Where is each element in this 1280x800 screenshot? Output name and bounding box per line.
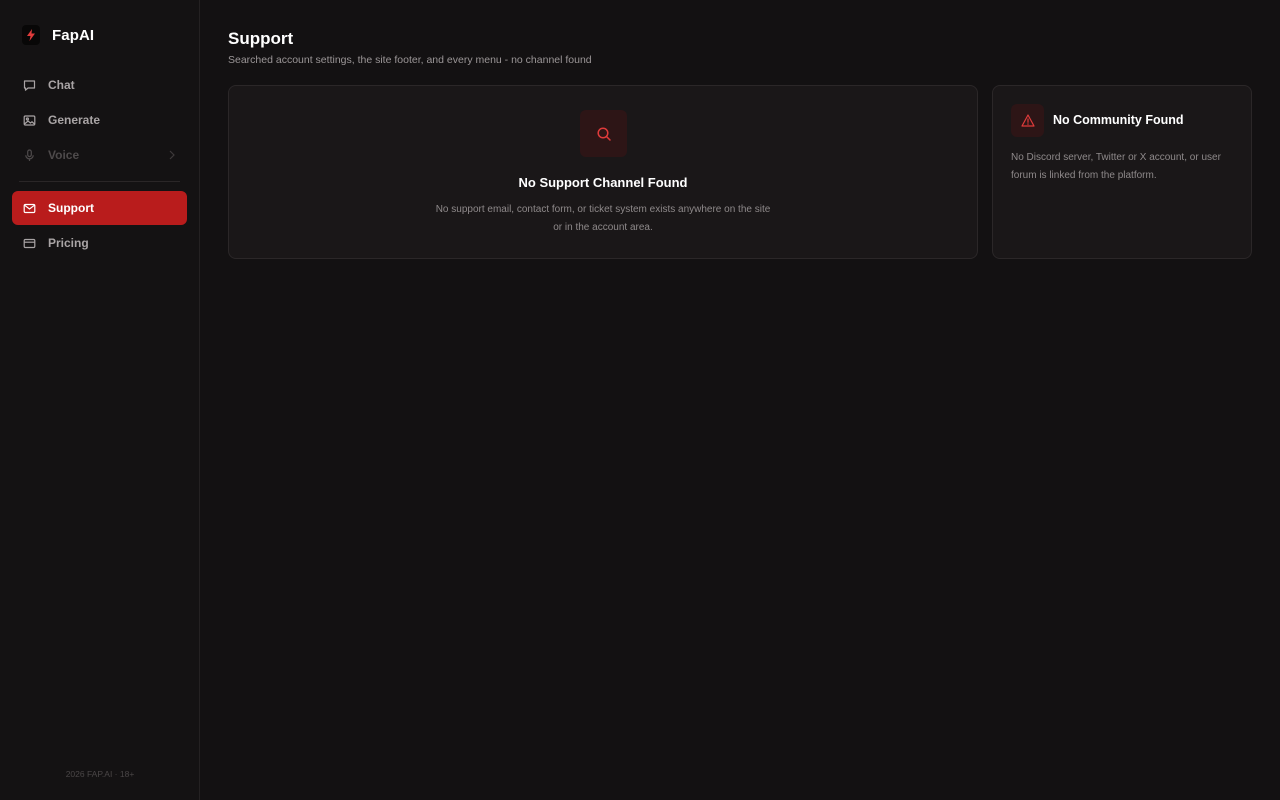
sidebar: FapAI Chat Generate Voice Support Pricin… — [0, 0, 200, 800]
card-heading: No Community Found — [1053, 113, 1184, 127]
page-subtitle: Searched account settings, the site foot… — [228, 54, 592, 66]
bolt-icon — [22, 25, 40, 45]
card-text: No Discord server, Twitter or X account,… — [1011, 152, 1221, 181]
sidebar-item-label: Voice — [48, 148, 80, 162]
warning-triangle-icon — [1011, 104, 1044, 137]
mail-icon — [23, 202, 36, 215]
credit-card-icon — [23, 237, 36, 250]
chevron-right-icon — [169, 149, 175, 163]
main-content: Support Searched account settings, the s… — [200, 0, 1280, 800]
search-icon — [580, 110, 627, 157]
sidebar-item-label: Generate — [48, 113, 101, 127]
app-window: FapAI Chat Generate Voice Support Pricin… — [0, 0, 1280, 800]
image-icon — [23, 114, 36, 127]
community-card: No Community Found No Discord server, Tw… — [992, 85, 1252, 259]
chat-bubble-icon — [23, 79, 36, 92]
brand-name: FapAI — [52, 26, 95, 44]
sidebar-footer: 2026 FAP.AI · 18+ — [65, 769, 135, 779]
support-channel-card: No Support Channel Found No support emai… — [228, 85, 978, 259]
card-text: No support email, contact form, or ticke… — [435, 204, 771, 233]
nav-divider — [19, 181, 180, 182]
microphone-icon — [23, 148, 36, 162]
sidebar-nav: Chat Generate Voice Support Pricing — [12, 68, 187, 260]
sidebar-item-label: Chat — [48, 78, 75, 92]
page-title: Support — [228, 29, 294, 48]
sidebar-item-generate[interactable]: Generate — [12, 103, 187, 137]
sidebar-item-support[interactable]: Support — [12, 191, 187, 225]
sidebar-item-pricing[interactable]: Pricing — [12, 226, 187, 260]
sidebar-item-voice[interactable]: Voice — [12, 138, 187, 172]
sidebar-item-label: Support — [48, 201, 94, 215]
sidebar-item-chat[interactable]: Chat — [12, 68, 187, 102]
card-heading: No Support Channel Found — [518, 175, 688, 190]
brand[interactable]: FapAI — [22, 25, 94, 45]
sidebar-item-label: Pricing — [48, 236, 89, 250]
